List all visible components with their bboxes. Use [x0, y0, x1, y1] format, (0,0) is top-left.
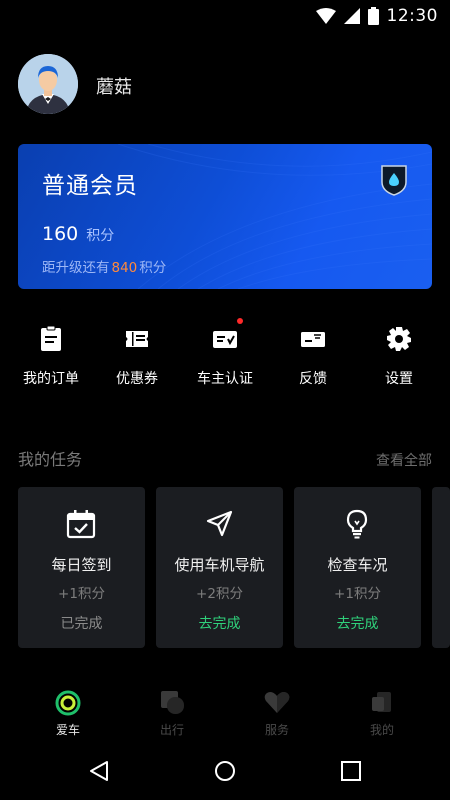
task-points: +1积分: [58, 586, 105, 602]
points-unit: 积分: [86, 228, 115, 244]
action-settings[interactable]: 设置: [359, 320, 439, 392]
feedback-icon: [301, 332, 325, 347]
action-label: 车主认证: [197, 371, 253, 387]
trip-icon: [161, 691, 184, 714]
tab-label: 出行: [159, 723, 184, 737]
upgrade-progress-text: 距升级还有 840 积分: [42, 256, 166, 276]
signal-icon: [343, 8, 360, 24]
profile-icon: [372, 692, 391, 712]
tab-label: 爱车: [55, 723, 80, 737]
system-navigation-bar: [0, 742, 450, 800]
shield-icon: [381, 165, 407, 196]
view-all-link[interactable]: 查看全部: [376, 450, 432, 470]
task-action[interactable]: 去完成: [294, 613, 421, 633]
status-bar: 12:30: [0, 0, 450, 32]
upgrade-suffix: 积分: [139, 260, 167, 276]
owner-certification-icon: [213, 331, 237, 348]
bottom-tab-bar: 爱车 出行 服务 我的: [0, 686, 450, 742]
avatar[interactable]: [18, 54, 78, 114]
task-title: 检查车况: [327, 556, 388, 574]
points-row: 160 积分: [42, 223, 114, 245]
car-ring-icon: [55, 690, 81, 716]
tab-label: 服务: [264, 723, 289, 737]
home-icon[interactable]: [212, 758, 238, 784]
upgrade-prefix: 距升级还有: [42, 260, 110, 276]
tab-my-car[interactable]: 爱车: [28, 686, 108, 742]
tab-trip[interactable]: 出行: [132, 686, 212, 742]
navigation-icon: [206, 510, 233, 537]
task-title: 每日签到: [51, 556, 112, 574]
recents-icon[interactable]: [338, 758, 364, 784]
status-time: 12:30: [386, 6, 438, 26]
task-card-next-partial[interactable]: [432, 487, 450, 648]
tab-label: 我的: [369, 723, 394, 737]
lightbulb-icon: [346, 509, 368, 539]
action-owner-certification[interactable]: 车主认证: [185, 318, 265, 392]
action-label: 反馈: [299, 371, 327, 387]
action-my-orders[interactable]: 我的订单: [11, 320, 91, 392]
action-label: 我的订单: [23, 371, 79, 387]
order-icon: [41, 326, 61, 351]
upgrade-needed-points: 840: [111, 260, 138, 276]
tab-services[interactable]: 服务: [237, 686, 317, 742]
calendar-check-icon: [66, 510, 96, 539]
gear-icon: [387, 327, 411, 351]
quick-actions: 我的订单 优惠券 车主认证 反馈 设置: [0, 318, 450, 400]
member-level: 普通会员: [42, 173, 138, 199]
task-points: +2积分: [196, 586, 243, 602]
task-card-navigation[interactable]: 使用车机导航 +2积分 去完成: [156, 487, 283, 648]
action-feedback[interactable]: 反馈: [273, 320, 353, 392]
task-status: 已完成: [60, 616, 103, 632]
points-value: 160: [42, 223, 79, 245]
action-coupons[interactable]: 优惠券: [97, 320, 177, 392]
task-action[interactable]: 去完成: [156, 613, 283, 633]
task-title: 使用车机导航: [174, 556, 265, 574]
coupon-icon: [126, 331, 148, 347]
wifi-icon: [315, 8, 336, 24]
membership-card[interactable]: 普通会员 160 积分 距升级还有 840 积分: [18, 144, 432, 289]
username[interactable]: 蘑菇: [96, 73, 132, 99]
heart-service-icon: [264, 692, 290, 713]
task-card-check-vehicle[interactable]: 检查车况 +1积分 去完成: [294, 487, 421, 648]
tab-mine[interactable]: 我的: [342, 686, 422, 742]
status-icons: 12:30: [315, 5, 439, 27]
task-points: +1积分: [334, 586, 381, 602]
avatar-illustration: [18, 54, 78, 114]
task-card-daily-checkin[interactable]: 每日签到 +1积分 已完成: [18, 487, 145, 648]
back-icon[interactable]: [87, 758, 113, 784]
battery-icon: [367, 7, 379, 25]
tasks-section-title: 我的任务: [18, 450, 83, 469]
action-label: 设置: [385, 371, 413, 387]
notification-dot: [237, 318, 243, 324]
action-label: 优惠券: [116, 371, 158, 387]
